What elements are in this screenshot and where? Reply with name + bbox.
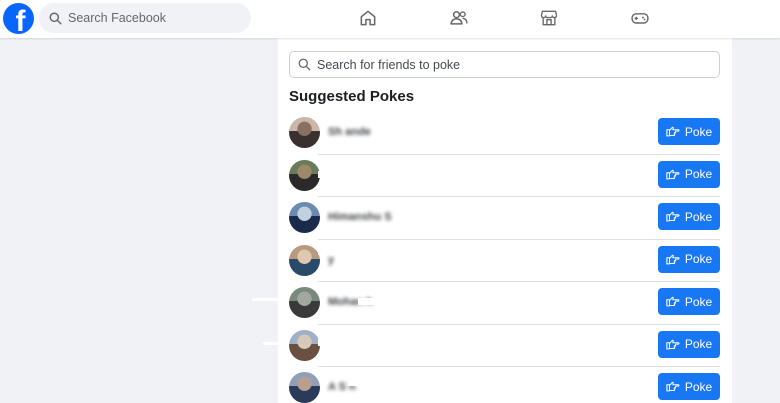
poke-hand-icon [666,339,680,349]
poke-search-box[interactable] [289,51,720,78]
poke-button[interactable]: Poke [658,160,720,188]
redaction-mark [318,170,368,178]
redaction-mark [318,247,358,255]
redaction-mark [438,145,508,152]
poke-button-label: Poke [684,379,713,394]
section-title: Suggested Pokes [289,88,415,105]
poke-button-label: Poke [684,252,713,266]
home-nav-button[interactable] [356,7,380,29]
poke-list-item: A S h Poke [278,367,732,403]
friends-nav-button[interactable] [447,7,471,29]
suggested-pokes-list: Sh ande Poke Poke Himanshu S Poke y Poke… [278,112,732,403]
global-search-input[interactable] [68,11,238,25]
redaction-mark [348,379,388,386]
avatar[interactable] [289,117,320,148]
search-icon [49,11,62,25]
marketplace-nav-button[interactable] [537,7,561,29]
friend-name[interactable]: Himanshu S [328,211,392,223]
gaming-nav-button[interactable] [628,7,652,29]
poke-list-item: Poke [278,155,732,197]
marketplace-icon [540,10,558,26]
facebook-logo[interactable]: f [3,3,34,34]
redaction-mark [358,298,388,305]
home-icon [360,10,376,26]
poke-button-label: Poke [684,337,713,351]
redaction-mark [398,213,458,220]
poke-hand-icon [666,254,680,264]
avatar[interactable] [289,159,320,191]
avatar[interactable] [289,372,320,403]
redaction-mark [448,231,488,238]
avatar[interactable] [289,287,320,318]
redaction-mark [398,167,458,175]
global-search-box[interactable] [39,3,251,33]
redaction-mark [398,128,438,135]
poke-button-label: Poke [684,209,713,224]
facebook-logo-letter: f [15,5,26,35]
friend-name[interactable]: y [328,254,334,266]
redaction-mark [318,338,368,346]
poke-button[interactable]: Poke [658,245,720,273]
redaction-mark [398,397,448,403]
poke-button[interactable]: Poke [658,288,720,315]
redaction-mark [388,261,438,269]
poke-hand-icon [666,296,680,307]
search-icon [298,58,311,71]
pokes-panel: Suggested Pokes Sh ande Poke Poke [278,38,732,403]
redaction-mark [408,312,448,319]
poke-list-item: Mohan h Poke [278,282,732,325]
avatar[interactable] [289,244,320,276]
friend-name[interactable]: Sh ande [328,126,371,138]
poke-list-item: Poke [278,325,732,367]
poke-button[interactable]: Poke [658,118,720,145]
poke-hand-icon [666,211,680,222]
poke-button-label: Poke [684,294,713,309]
poke-button[interactable]: Poke [658,203,720,230]
avatar[interactable] [289,329,320,361]
poke-button[interactable]: Poke [658,373,720,400]
poke-list-item: Sh ande Poke [278,112,732,155]
gaming-icon [631,13,649,24]
poke-list-item: y Poke [278,240,732,282]
friends-icon [450,11,468,25]
poke-button-label: Poke [684,167,713,181]
poke-hand-icon [666,381,680,392]
poke-hand-icon [666,126,680,137]
poke-button-label: Poke [684,124,713,139]
poke-search-input[interactable] [317,57,707,72]
poke-hand-icon [666,169,680,179]
poke-button[interactable]: Poke [658,330,720,358]
avatar[interactable] [289,202,320,233]
poke-list-item: Himanshu S Poke [278,197,732,240]
redaction-mark [388,354,428,362]
top-navigation-bar: f [0,0,780,38]
